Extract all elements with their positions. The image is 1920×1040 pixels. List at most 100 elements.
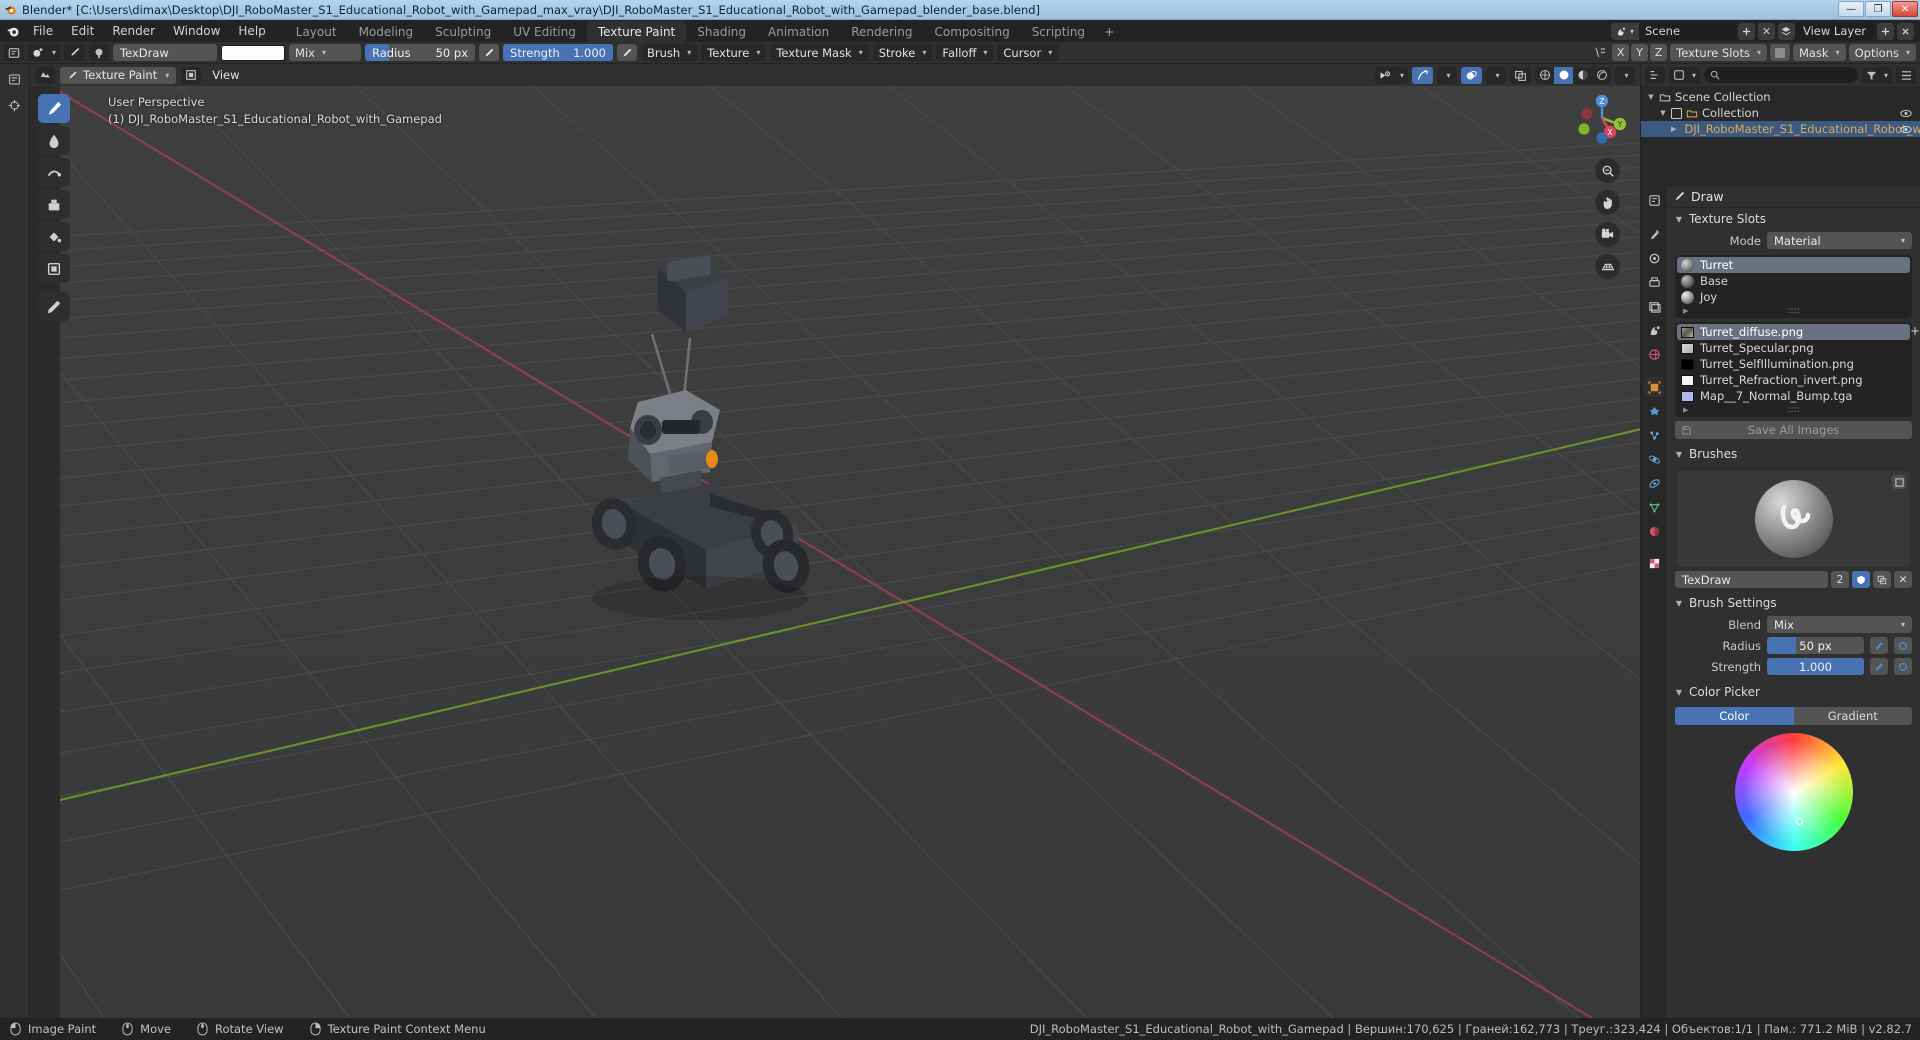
panel-color-picker[interactable]: ▼ Color Picker [1667,681,1920,703]
tab-render-properties[interactable] [1644,248,1664,268]
outliner-row-scene-collection[interactable]: ▼ Scene Collection [1641,89,1920,105]
tool-clone-button[interactable] [38,190,70,219]
properties-editor-type-icon[interactable] [1644,190,1664,210]
tool-smear-button[interactable] [38,158,70,187]
shading-options-icon[interactable] [1615,66,1635,84]
new-scene-button[interactable] [1737,22,1755,40]
visibility-icon[interactable] [1374,66,1408,84]
brush-data-icon[interactable] [89,44,110,61]
brush-users-count[interactable]: 2 [1831,571,1849,588]
interaction-mode-dropdown[interactable]: Texture Paint [60,66,177,84]
material-slot-item[interactable]: Joy [1677,289,1910,305]
robot-3d-model[interactable] [30,86,1326,836]
brush-menu[interactable]: Brush [641,44,698,61]
texture-mask-menu[interactable]: Texture Mask [770,44,869,61]
options-menu[interactable]: Options [1848,44,1916,61]
blend-dropdown[interactable]: Mix ▾ [1767,616,1912,633]
tab-material-properties[interactable] [1644,521,1664,541]
tab-layout[interactable]: Layout [285,21,348,42]
scene-icon[interactable]: ▾ [1610,22,1639,40]
tab-constraint-properties[interactable] [1644,473,1664,493]
expander-icon[interactable]: ▼ [1647,93,1655,101]
tab-sculpting[interactable]: Sculpting [424,21,502,42]
duplicate-brush-icon[interactable] [1873,571,1891,588]
viewport-uv-icon[interactable] [181,66,202,84]
menu-window[interactable]: Window [164,20,229,42]
delete-brush-button[interactable]: ✕ [1894,571,1912,588]
mode-dropdown[interactable]: Material ▾ [1767,232,1912,249]
gizmo-toggle-icon[interactable] [1412,66,1433,84]
xray-toggle-icon[interactable] [1510,66,1531,84]
tab-output-properties[interactable] [1644,272,1664,292]
panel-collapse-icon[interactable]: ▼ [1675,599,1683,608]
strength-slider[interactable]: 1.000 [1767,658,1864,675]
toggle-perspective-icon[interactable] [1595,254,1620,279]
outliner-filter-icon[interactable] [1861,66,1892,84]
tab-physics-properties[interactable] [1644,449,1664,469]
radius-unit-icon[interactable] [1894,637,1912,654]
outliner-options-icon[interactable] [1896,66,1916,84]
texture-item[interactable]: Turret_Specular.png [1677,340,1910,356]
outliner-search-input[interactable] [1704,67,1858,83]
viewport-view-menu[interactable]: View [206,67,245,84]
tab-tool-properties[interactable] [1644,224,1664,244]
brush-color-swatch[interactable] [221,44,286,61]
view-layer-name[interactable]: View Layer [1795,24,1874,38]
strength-unit-icon[interactable] [1894,658,1912,675]
tab-scripting[interactable]: Scripting [1021,21,1096,42]
tool-soften-button[interactable] [38,126,70,155]
shading-wireframe-button[interactable] [1535,67,1554,84]
tool-draw-button[interactable] [38,94,70,123]
panel-brush-settings[interactable]: ▼ Brush Settings [1667,592,1920,614]
tab-data-properties[interactable] [1644,497,1664,517]
color-wheel-cursor[interactable] [1795,817,1803,825]
brush-name-field[interactable]: TexDraw [1675,571,1828,588]
overlay-options-icon[interactable] [1486,66,1506,84]
texture-item[interactable]: Map__7_Normal_Bump.tga [1677,388,1910,404]
tab-color[interactable]: Color [1675,707,1794,725]
cursor-menu[interactable]: Cursor [997,44,1059,61]
view-layer-selector[interactable]: View Layer [1777,22,1874,40]
mask-toggle-icon[interactable] [1769,44,1790,61]
tab-object-properties[interactable] [1644,377,1664,397]
tab-modeling[interactable]: Modeling [348,21,425,42]
minimize-button[interactable]: — [1838,1,1864,17]
expander-icon[interactable]: ▶ [1671,125,1676,133]
tab-particle-properties[interactable] [1644,425,1664,445]
brush-name-field[interactable]: TexDraw [113,44,218,61]
shading-rendered-button[interactable] [1592,67,1611,84]
scene-name-field[interactable]: Scene [1638,22,1735,40]
symmetry-y-button[interactable]: Y [1631,44,1649,61]
zoom-view-icon[interactable] [1595,158,1620,183]
tab-animation[interactable]: Animation [757,21,840,42]
material-slot-item[interactable]: Base [1677,273,1910,289]
tab-view-layer-properties[interactable] [1644,296,1664,316]
symmetry-z-button[interactable]: Z [1650,44,1668,61]
texture-item[interactable]: Turret_diffuse.png [1677,324,1910,340]
save-all-images-button[interactable]: Save All Images [1675,421,1912,439]
menu-help[interactable]: Help [229,20,274,42]
panel-collapse-icon[interactable]: ▼ [1675,215,1683,224]
menu-edit[interactable]: Edit [62,20,103,42]
menu-file[interactable]: File [24,20,62,42]
close-button[interactable]: ✕ [1892,1,1918,17]
move-view-icon[interactable] [1595,190,1620,215]
radius-slider[interactable]: Radius 50 px [365,44,476,61]
brush-preset-icon[interactable] [28,44,61,61]
expander-icon[interactable]: ▼ [1659,109,1667,117]
3d-viewport[interactable]: User Perspective (1) DJI_RoboMaster_S1_E… [30,86,1640,1018]
tab-rendering[interactable]: Rendering [840,21,923,42]
tool-annotate-button[interactable] [38,292,70,321]
tool-fill-button[interactable] [38,222,70,251]
panel-collapse-icon[interactable]: ▼ [1675,450,1683,459]
texture-slots-menu[interactable]: Texture Slots [1670,44,1767,61]
viewport-editor-type-icon[interactable] [35,66,55,84]
mask-menu[interactable]: Mask [1792,44,1846,61]
blender-logo-icon[interactable] [2,20,24,42]
panel-texture-slots[interactable]: ▼ Texture Slots [1667,208,1920,230]
collection-checkbox[interactable] [1671,107,1682,119]
radius-slider[interactable]: 50 px [1767,637,1864,654]
tab-shading[interactable]: Shading [686,21,757,42]
strength-pressure-icon[interactable] [617,44,638,61]
shading-material-button[interactable] [1573,67,1592,84]
